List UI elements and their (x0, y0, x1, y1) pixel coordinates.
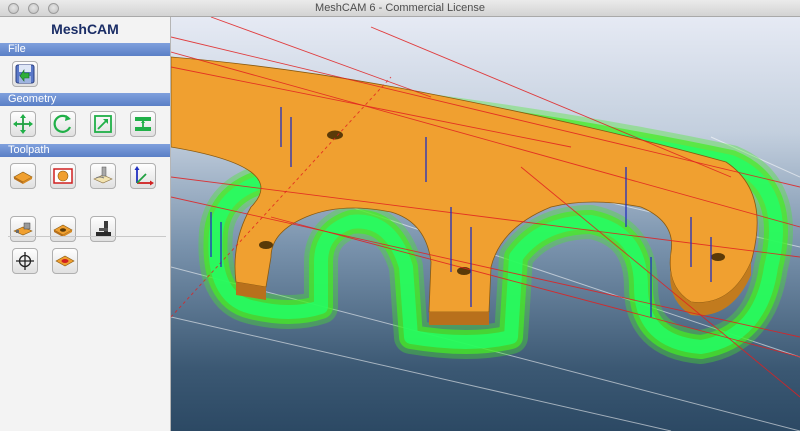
stock-icon (13, 171, 33, 184)
section-geometry: Geometry (0, 93, 170, 106)
hole (711, 253, 725, 261)
drill-holes-button[interactable] (50, 216, 76, 242)
section-file: File (0, 43, 170, 56)
crosshair-icon (16, 252, 34, 270)
tool-panel: MeshCAM File Geometry Toolpath (0, 17, 171, 431)
move-button[interactable] (10, 111, 36, 137)
holding-tabs-icon (13, 222, 33, 236)
holding-tabs-button[interactable] (10, 216, 36, 242)
drill-icon (53, 224, 73, 237)
machining-button[interactable] (90, 163, 116, 189)
origin-axes-icon (134, 166, 154, 186)
machining-icon (93, 166, 113, 184)
app-name-label: MeshCAM (51, 21, 119, 37)
scale-button[interactable] (90, 111, 116, 137)
window-titlebar: MeshCAM 6 - Commercial License (0, 0, 800, 17)
open-file-button[interactable] (12, 61, 38, 87)
rotate-button[interactable] (50, 111, 76, 137)
pencil-region-icon (55, 255, 75, 267)
crosshair-button[interactable] (12, 248, 38, 274)
define-stock-button[interactable] (10, 163, 36, 189)
hole (259, 241, 273, 249)
region-icon (53, 168, 73, 184)
rotate-icon (53, 114, 72, 133)
mirror-button[interactable] (130, 111, 156, 137)
post-process-button[interactable] (90, 216, 116, 242)
3d-viewport[interactable] (171, 17, 800, 431)
open-file-icon (15, 64, 35, 84)
machining-region-button[interactable] (50, 163, 76, 189)
move-icon (13, 114, 33, 134)
pencil-region-button[interactable] (52, 248, 78, 274)
set-origin-button[interactable] (130, 163, 156, 189)
window-title: MeshCAM 6 - Commercial License (315, 2, 485, 14)
section-toolpath: Toolpath (0, 144, 170, 157)
post-process-icon (96, 221, 111, 237)
toolpath-scene (171, 17, 800, 431)
scale-icon (94, 115, 112, 133)
mirror-icon (135, 117, 151, 131)
panel-divider (8, 236, 166, 237)
